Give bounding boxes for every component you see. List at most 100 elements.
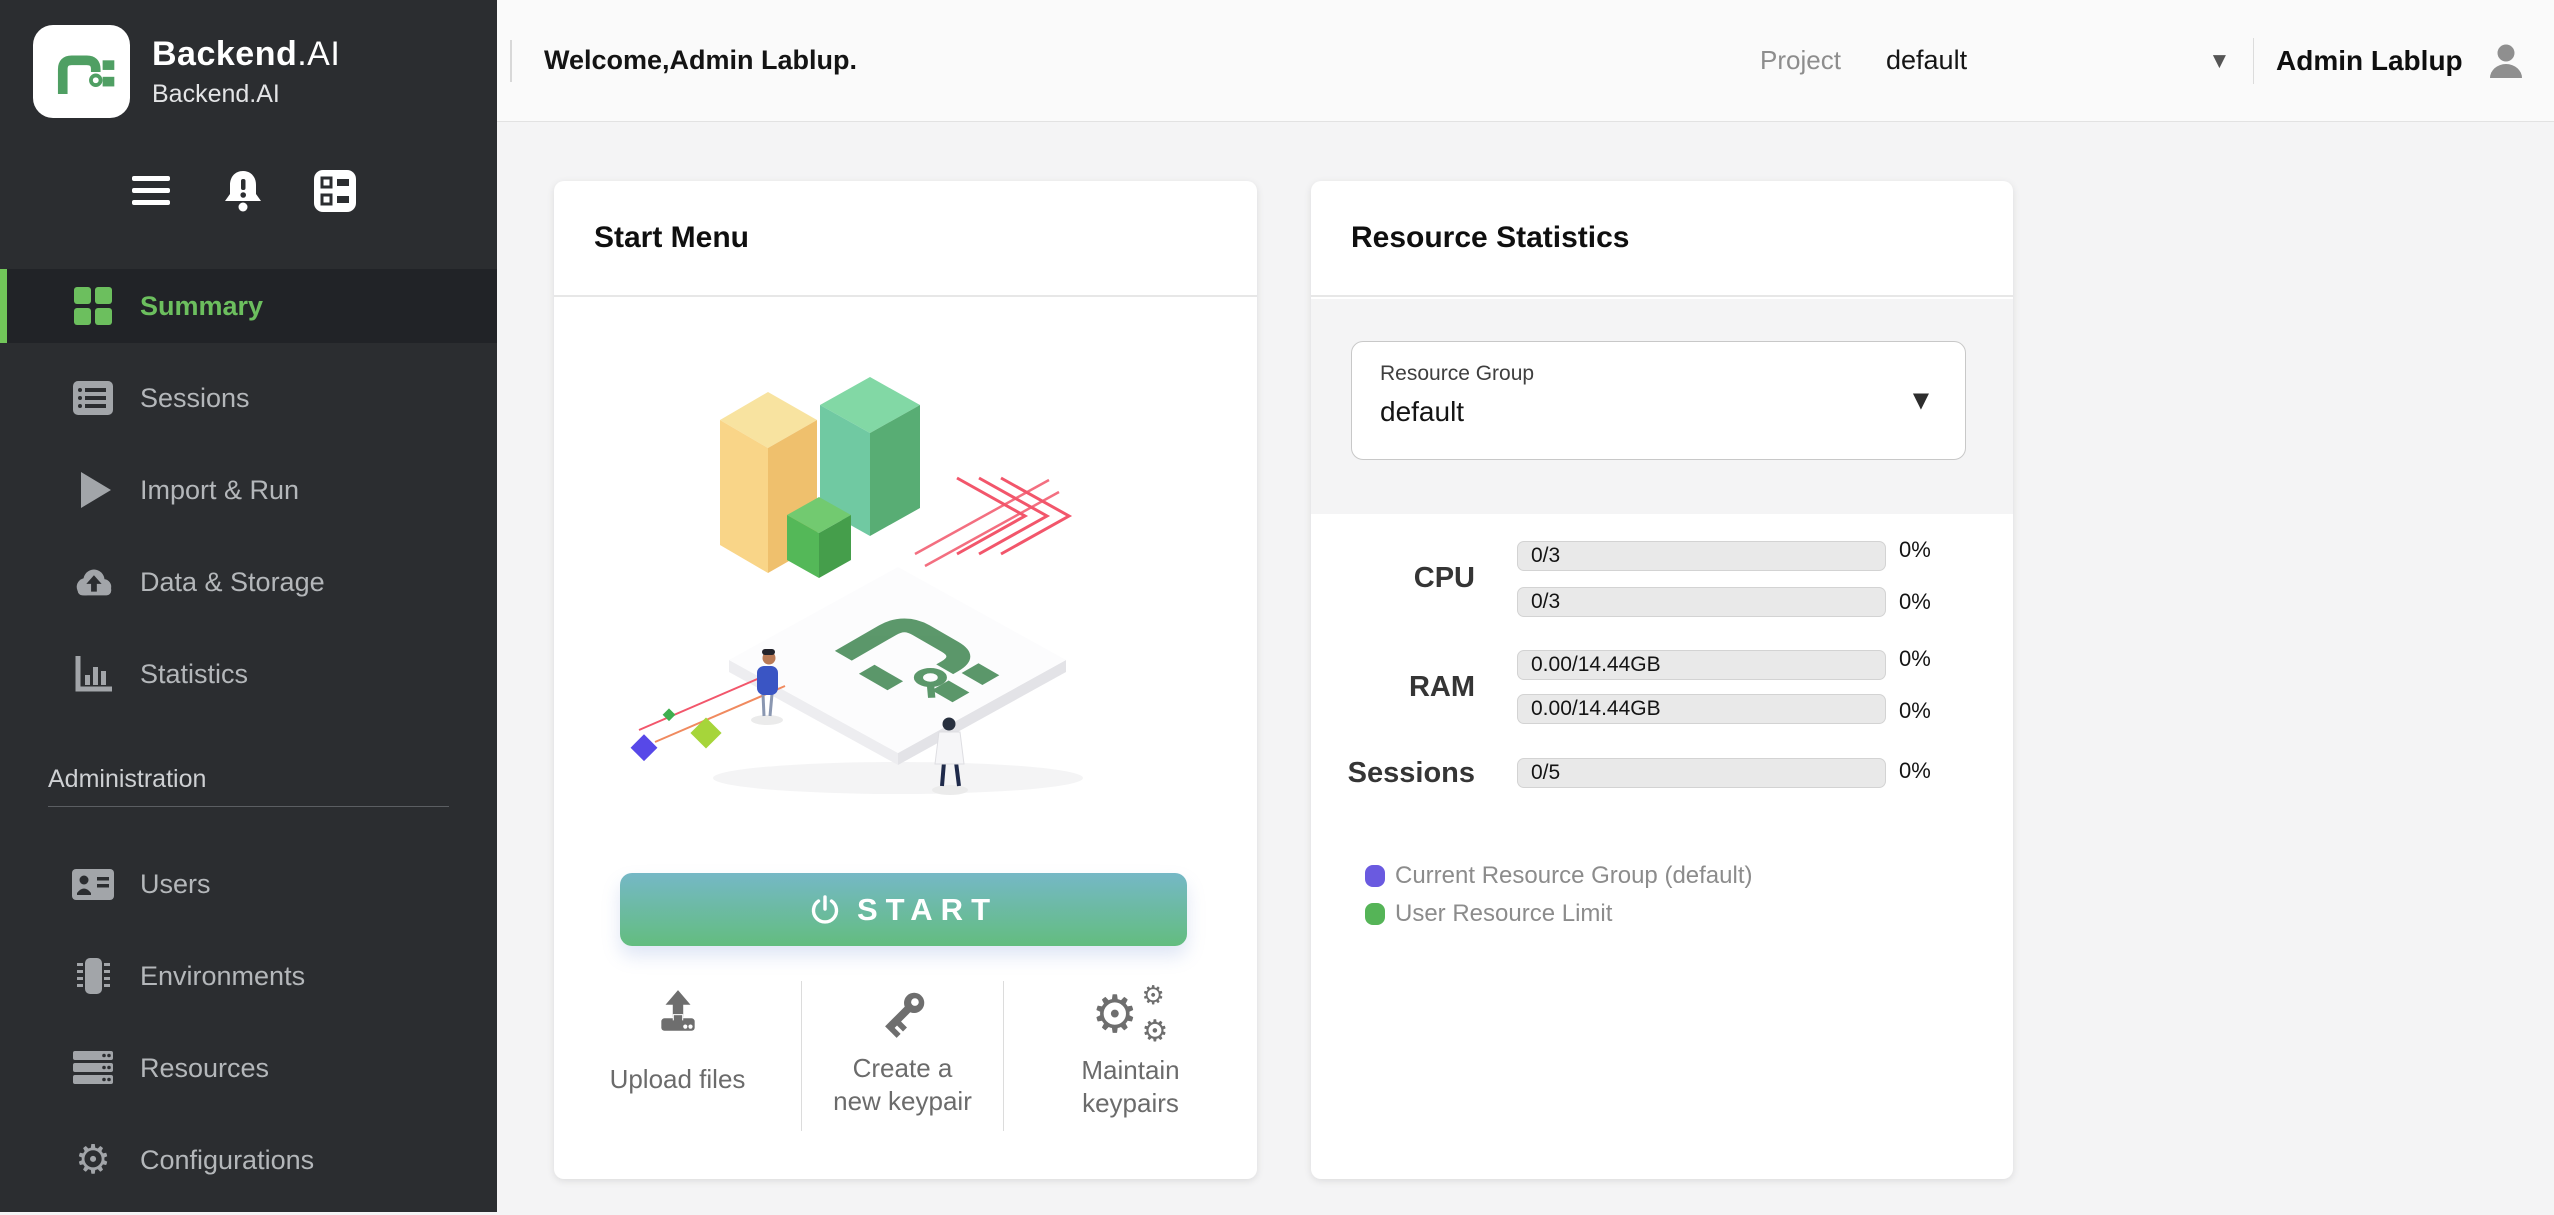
sidebar-item-users[interactable]: Users (0, 847, 497, 921)
shortcut-label: Create a new keypair (833, 1051, 972, 1119)
bar-chart-icon (70, 651, 116, 697)
resource-group-select[interactable]: Resource Group default ▼ (1351, 341, 1966, 460)
legend-dot-green (1365, 903, 1385, 925)
maintain-keypairs-shortcut[interactable]: ⚙ ⚙ ⚙ Maintain keypairs (1004, 981, 1257, 1131)
user-name: Admin Lablup (2276, 45, 2463, 77)
brand-text: Backend.AI Backend.AI (152, 25, 340, 109)
gear-glyph: ⚙ (1092, 989, 1139, 1041)
backend-ai-logo-icon (49, 39, 115, 105)
legend-row-current-group: Current Resource Group (default) (1365, 859, 1753, 892)
upload-files-shortcut[interactable]: Upload files (554, 981, 801, 1131)
user-avatar-icon (2484, 39, 2528, 83)
resource-row-label-cpu: CPU (1311, 561, 1475, 595)
bar-value: 0/5 (1531, 761, 1560, 785)
hamburger-icon (131, 173, 171, 209)
id-card-icon (70, 861, 116, 907)
resource-group-value: default (1380, 396, 1464, 428)
shortcut-label: Upload files (610, 1045, 746, 1113)
notifications-bell-icon (222, 168, 264, 214)
start-shortcuts: Upload files Create a new keypai (554, 981, 1257, 1131)
brand-title-main: Backend (152, 35, 297, 73)
start-button-label: START (857, 892, 998, 928)
start-menu-title: Start Menu (594, 221, 749, 255)
notifications-button[interactable] (220, 168, 266, 214)
user-menu[interactable]: Admin Lablup (2276, 0, 2528, 121)
resource-statistics-title: Resource Statistics (1351, 221, 1629, 255)
sidebar: Backend.AI Backend.AI (0, 0, 497, 1212)
sessions-usage-bar: 0/5 (1517, 758, 1886, 788)
start-illustration (617, 330, 1197, 810)
header-vertical-divider (2253, 38, 2254, 84)
sidebar-divider (48, 806, 449, 807)
project-select[interactable]: default ▼ (1886, 0, 2226, 121)
dashboard-icon (313, 169, 357, 213)
cpu-usage-bar-2: 0/3 (1517, 587, 1886, 617)
start-menu-card-header: Start Menu (554, 181, 1257, 297)
hamburger-menu-button[interactable] (128, 168, 174, 214)
gear-icon: ⚙ (70, 1137, 116, 1183)
ram-usage-bar-2: 0.00/14.44GB (1517, 694, 1886, 724)
brand: Backend.AI Backend.AI (33, 25, 340, 118)
sidebar-top-icons (128, 168, 358, 214)
sidebar-item-resources[interactable]: Resources (0, 1031, 497, 1105)
resource-group-label: Resource Group (1380, 362, 1534, 386)
brand-title-suffix: .AI (297, 35, 340, 73)
microchip-icon (70, 953, 116, 999)
start-button[interactable]: START (620, 873, 1187, 946)
sidebar-item-label: Statistics (140, 659, 248, 690)
sidebar-item-label: Data & Storage (140, 567, 325, 598)
start-menu-card: Start Menu (554, 181, 1257, 1179)
server-icon (70, 1045, 116, 1091)
sidebar-item-statistics[interactable]: Statistics (0, 637, 497, 711)
play-icon (70, 467, 116, 513)
cpu-usage-percent-2: 0% (1899, 589, 1969, 615)
sidebar-nav: Summary Sessions Import & Run Data & Sto… (0, 269, 497, 1215)
sidebar-item-label: Import & Run (140, 475, 299, 506)
shortcut-label-line: Create a (853, 1052, 953, 1085)
sidebar-item-data-storage[interactable]: Data & Storage (0, 545, 497, 619)
sidebar-item-configurations[interactable]: ⚙ Configurations (0, 1123, 497, 1197)
shortcut-label-line: Upload files (610, 1063, 746, 1096)
sidebar-item-sessions[interactable]: Sessions (0, 361, 497, 435)
backend-ai-logo (33, 25, 130, 118)
sidebar-item-label: Users (140, 869, 211, 900)
gears-icon: ⚙ ⚙ ⚙ (1092, 987, 1170, 1049)
sidebar-item-import-run[interactable]: Import & Run (0, 453, 497, 527)
key-icon (876, 987, 930, 1041)
shortcut-label-line: Maintain (1081, 1054, 1179, 1087)
bar-value: 0.00/14.44GB (1531, 697, 1661, 721)
resource-legend: Current Resource Group (default) User Re… (1365, 859, 1753, 930)
shortcut-label-line: keypairs (1082, 1087, 1179, 1120)
shortcut-label: Maintain keypairs (1081, 1053, 1179, 1121)
legend-label: Current Resource Group (default) (1395, 862, 1753, 890)
project-label: Project (1760, 0, 1841, 121)
dashboard-panel-button[interactable] (312, 168, 358, 214)
brand-subtitle: Backend.AI (152, 80, 340, 109)
bar-value: 0/3 (1531, 544, 1560, 568)
resource-row-label-sessions: Sessions (1311, 756, 1475, 790)
resource-statistics-card-header: Resource Statistics (1311, 181, 2013, 297)
cloud-upload-icon (70, 559, 116, 605)
welcome-message: Welcome,Admin Lablup. (544, 0, 857, 121)
upload-icon (653, 987, 703, 1035)
create-keypair-shortcut[interactable]: Create a new keypair (801, 981, 1004, 1131)
gear-glyph: ⚙ (1142, 983, 1165, 1009)
legend-row-user-limit: User Resource Limit (1365, 897, 1753, 930)
sidebar-item-environments[interactable]: Environments (0, 939, 497, 1013)
sidebar-item-label: Configurations (140, 1145, 314, 1176)
sidebar-item-label: Sessions (140, 383, 250, 414)
ram-usage-bar-1: 0.00/14.44GB (1517, 650, 1886, 680)
sessions-list-icon (70, 375, 116, 421)
bar-value: 0.00/14.44GB (1531, 653, 1661, 677)
main-content: Start Menu (497, 122, 2554, 1212)
bar-value: 0/3 (1531, 590, 1560, 614)
sidebar-admin-nav: Users Environments Resources ⚙ Configura… (0, 847, 497, 1197)
shortcut-label-line: new keypair (833, 1085, 972, 1118)
sidebar-item-label: Resources (140, 1053, 269, 1084)
gear-glyph: ⚙ (1142, 1017, 1169, 1047)
power-icon (809, 894, 841, 926)
sidebar-item-summary[interactable]: Summary (0, 269, 497, 343)
cpu-usage-bar-1: 0/3 (1517, 541, 1886, 571)
ram-usage-percent-2: 0% (1899, 698, 1969, 724)
resource-statistics-card: Resource Statistics Resource Group defau… (1311, 181, 2013, 1179)
